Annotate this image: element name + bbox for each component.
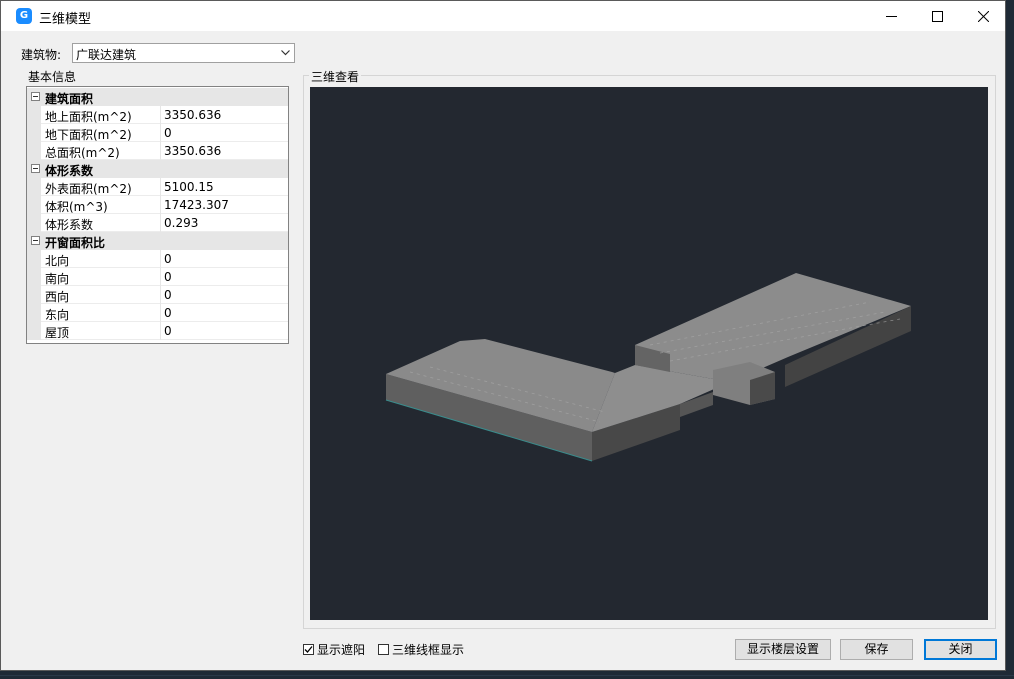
property-row[interactable]: 总面积(m^2) 3350.636 [27,142,288,160]
property-row[interactable]: 地上面积(m^2) 3350.636 [27,106,288,124]
property-key: 地上面积(m^2) [45,110,132,124]
wireframe-label: 三维线框显示 [392,643,465,657]
property-key: 体形系数 [45,218,94,232]
property-row[interactable]: 地下面积(m^2) 0 [27,124,288,142]
3d-viewport[interactable] [310,87,988,620]
property-key: 北向 [45,254,70,268]
property-value: 0 [164,324,172,338]
property-value: 0 [164,252,172,266]
viewer-title: 三维查看 [309,68,362,85]
category-row[interactable]: 建筑面积 [27,88,288,106]
floor-settings-button[interactable]: 显示楼层设置 [735,639,831,660]
property-row[interactable]: 东向 0 [27,304,288,322]
window-title: 三维模型 [39,12,92,27]
property-key: 屋顶 [45,326,70,340]
property-row[interactable]: 体形系数 0.293 [27,214,288,232]
minimize-icon [885,15,897,17]
category-label: 体形系数 [45,164,94,178]
property-value: 5100.15 [164,180,214,194]
collapse-icon[interactable] [31,92,40,101]
property-grid: 建筑面积 地上面积(m^2) 3350.636 地下面积(m^2) 0 总面积(m^… [26,86,289,344]
property-row[interactable]: 外表面积(m^2) 5100.15 [27,178,288,196]
property-value: 0 [164,126,172,140]
property-key: 总面积(m^2) [45,146,120,160]
show-shading-label: 显示遮阳 [317,643,366,657]
wireframe-checkbox[interactable]: 三维线框显示 [378,641,464,658]
building-3d-model [385,273,911,462]
category-label: 建筑面积 [45,92,94,106]
3d-model-dialog: G 三维模型 建筑物: 广联达建筑 基本信息 建筑面积 地上面积(m^2) 335… [0,0,1006,671]
desktop-background [0,675,1014,676]
close-window-button[interactable] [960,1,1006,31]
category-row[interactable]: 开窗面积比 [27,232,288,250]
property-row[interactable]: 西向 0 [27,286,288,304]
save-button[interactable]: 保存 [840,639,913,660]
property-value: 0 [164,306,172,320]
close-button[interactable]: 关闭 [924,639,997,660]
maximize-button[interactable] [914,1,960,31]
collapse-icon[interactable] [31,236,40,245]
building-select-value: 广联达建筑 [76,48,137,62]
info-panel-title: 基本信息 [26,68,79,85]
checkbox-checked-icon [303,644,314,655]
category-row[interactable]: 体形系数 [27,160,288,178]
title-bar: G 三维模型 [1,1,1005,31]
show-shading-checkbox[interactable]: 显示遮阳 [303,641,365,658]
maximize-icon [931,10,943,22]
property-key: 外表面积(m^2) [45,182,132,196]
building-select[interactable]: 广联达建筑 [72,43,295,63]
property-row[interactable]: 体积(m^3) 17423.307 [27,196,288,214]
property-key: 体积(m^3) [45,200,108,214]
property-key: 地下面积(m^2) [45,128,132,142]
property-value: 3350.636 [164,108,222,122]
property-row[interactable]: 北向 0 [27,250,288,268]
collapse-icon[interactable] [31,164,40,173]
category-label: 开窗面积比 [45,236,106,250]
property-key: 西向 [45,290,70,304]
property-value: 0 [164,288,172,302]
close-icon [977,10,989,22]
property-value: 3350.636 [164,144,222,158]
property-row[interactable]: 屋顶 0 [27,322,288,340]
minimize-button[interactable] [868,1,914,31]
chevron-down-icon [276,44,294,62]
property-value: 0 [164,270,172,284]
building-label: 建筑物: [21,48,62,62]
property-key: 东向 [45,308,70,322]
property-key: 南向 [45,272,70,286]
property-row[interactable]: 南向 0 [27,268,288,286]
property-value: 0.293 [164,216,199,230]
app-logo-icon: G [16,8,32,24]
checkbox-unchecked-icon [378,644,389,655]
property-value: 17423.307 [164,198,229,212]
